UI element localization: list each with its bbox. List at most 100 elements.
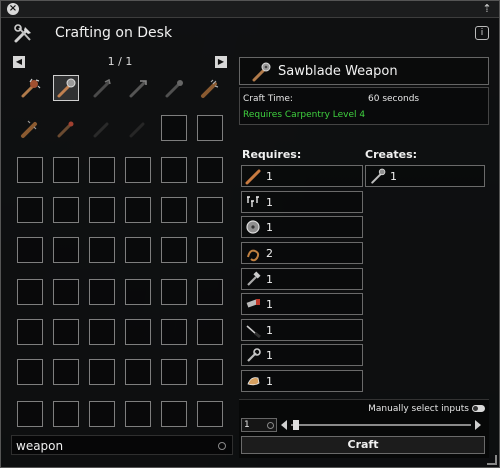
hammer-tool-icon	[247, 271, 261, 286]
recipe-slot-empty[interactable]	[161, 359, 187, 385]
recipe-slot-empty[interactable]	[197, 157, 223, 183]
quantity-field[interactable]	[241, 418, 277, 432]
recipe-slot-empty[interactable]	[125, 319, 151, 345]
recipe-slot-empty[interactable]	[53, 279, 79, 305]
quantity-input[interactable]	[244, 419, 262, 431]
requires-qty: 1	[266, 273, 273, 286]
recipe-slot-weapon[interactable]	[17, 75, 43, 101]
slider-left-arrow-icon[interactable]	[281, 420, 287, 430]
recipe-slot-empty[interactable]	[17, 237, 43, 263]
recipe-slot-empty[interactable]	[89, 197, 115, 223]
recipe-slot-empty[interactable]	[53, 359, 79, 385]
requires-item[interactable]: 1	[241, 370, 363, 392]
recipe-slot-empty[interactable]	[197, 237, 223, 263]
slider-right-arrow-icon[interactable]	[475, 420, 481, 430]
recipe-slot-empty[interactable]	[161, 279, 187, 305]
weapon-icon	[129, 122, 145, 138]
selected-recipe-header: Sawblade Weapon	[239, 57, 489, 85]
resize-handle[interactable]	[487, 455, 497, 465]
requires-item[interactable]: 1	[241, 344, 363, 366]
recipe-slot-empty[interactable]	[125, 401, 151, 427]
recipe-slot-weapon[interactable]	[89, 75, 115, 101]
recipe-slot-empty[interactable]	[53, 237, 79, 263]
recipe-slot-empty[interactable]	[197, 115, 223, 141]
requires-item[interactable]: 1	[241, 293, 363, 315]
recipe-slot-empty[interactable]	[17, 401, 43, 427]
slider-thumb[interactable]	[293, 420, 299, 430]
recipe-slot-empty[interactable]	[89, 359, 115, 385]
recipe-slot-empty[interactable]	[197, 197, 223, 223]
recipe-slot-empty[interactable]	[161, 157, 187, 183]
recipe-slot-empty[interactable]	[161, 401, 187, 427]
slider-track[interactable]	[291, 424, 471, 426]
sawblade-icon	[246, 220, 260, 234]
recipe-slot-empty[interactable]	[53, 401, 79, 427]
recipe-slot-empty[interactable]	[89, 319, 115, 345]
recipe-slot-empty[interactable]	[125, 279, 151, 305]
recipe-slot-empty[interactable]	[17, 157, 43, 183]
recipe-slot-empty[interactable]	[197, 401, 223, 427]
creates-item[interactable]: 1	[365, 165, 485, 187]
recipe-slot-empty[interactable]	[53, 157, 79, 183]
recipe-slot-empty[interactable]	[125, 197, 151, 223]
recipe-slot-empty[interactable]	[89, 157, 115, 183]
recipe-slot-empty[interactable]	[53, 197, 79, 223]
recipe-slot-empty[interactable]	[125, 359, 151, 385]
next-page-button[interactable]: ▶	[215, 56, 227, 68]
recipe-slot-weapon[interactable]	[125, 115, 151, 141]
recipe-slot-empty[interactable]	[197, 279, 223, 305]
search-bar[interactable]	[11, 435, 233, 455]
quantity-spin-icon[interactable]	[267, 422, 274, 429]
weapon-icon	[201, 79, 219, 98]
weapon-icon	[129, 80, 147, 98]
requires-qty: 1	[266, 298, 273, 311]
recipe-slot-empty[interactable]	[161, 319, 187, 345]
info-icon[interactable]: i	[475, 26, 489, 40]
recipe-slot-empty[interactable]	[89, 401, 115, 427]
craft-controls: Manually select inputs Craft	[239, 399, 489, 458]
recipe-slot-empty[interactable]	[161, 115, 187, 141]
weapon-icon	[57, 121, 74, 138]
requires-qty: 1	[266, 170, 273, 183]
recipe-slot-weapon[interactable]	[53, 115, 79, 141]
recipe-slot-empty[interactable]	[89, 237, 115, 263]
recipe-slot-weapon[interactable]	[197, 75, 223, 101]
saw-tool-icon	[246, 299, 260, 308]
recipe-slot-empty[interactable]	[17, 319, 43, 345]
screws-icon	[247, 196, 259, 207]
requires-item[interactable]: 2	[241, 242, 363, 264]
recipe-slot-weapon[interactable]	[89, 115, 115, 141]
requires-item[interactable]: 1	[241, 165, 363, 187]
quantity-slider[interactable]	[281, 420, 481, 430]
recipe-slot-empty[interactable]	[17, 359, 43, 385]
requires-item[interactable]: 1	[241, 319, 363, 341]
recipe-slot-empty[interactable]	[17, 279, 43, 305]
recipe-slot-empty[interactable]	[53, 319, 79, 345]
pin-icon[interactable]: ⇡	[481, 2, 493, 15]
recipe-slot-empty[interactable]	[17, 197, 43, 223]
recipe-slot-weapon[interactable]	[161, 75, 187, 101]
recipe-slot-empty[interactable]	[197, 359, 223, 385]
requires-item[interactable]: 1	[241, 191, 363, 213]
window-title: Crafting on Desk	[55, 25, 173, 41]
search-clear-icon[interactable]	[218, 442, 226, 450]
recipe-slot-empty[interactable]	[161, 197, 187, 223]
requires-item[interactable]: 1	[241, 216, 363, 238]
recipe-slot-weapon[interactable]	[17, 115, 43, 141]
craft-time-label: Craft Time:	[243, 94, 293, 104]
window-header: Crafting on Desk i	[11, 21, 489, 47]
recipe-slot-empty[interactable]	[125, 237, 151, 263]
recipe-slot-weapon[interactable]	[53, 75, 79, 101]
weapon-icon	[93, 122, 109, 138]
requires-item[interactable]: 1	[241, 268, 363, 290]
recipe-slot-empty[interactable]	[89, 279, 115, 305]
recipe-slot-empty[interactable]	[161, 237, 187, 263]
recipe-slot-empty[interactable]	[125, 157, 151, 183]
craft-button[interactable]: Craft	[241, 436, 485, 454]
recipe-slot-empty[interactable]	[197, 319, 223, 345]
close-icon[interactable]: ×	[7, 3, 19, 15]
manual-select-toggle[interactable]	[472, 405, 485, 412]
recipe-slot-weapon[interactable]	[125, 75, 151, 101]
page-indicator: 1 / 1	[107, 55, 133, 68]
search-input[interactable]	[16, 438, 206, 453]
